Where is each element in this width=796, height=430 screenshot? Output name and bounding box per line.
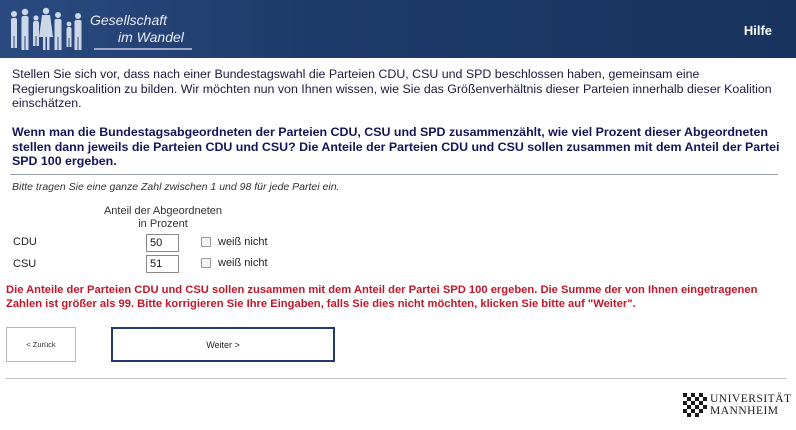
question-text: Wenn man die Bundestagsabgeordneten der …	[12, 125, 780, 169]
university-name-line-1: UNIVERSITÄT	[710, 393, 792, 405]
logo-line-1: Gesellschaft	[90, 12, 168, 28]
error-message: Die Anteile der Parteien CDU und CSU sol…	[6, 284, 758, 311]
university-name: UNIVERSITÄT MANNHEIM	[710, 393, 792, 417]
column-header-line-1: Anteil der Abgeordneten	[103, 205, 223, 217]
column-header-line-2: in Prozent	[138, 218, 188, 230]
logo-underline	[94, 48, 192, 50]
cdu-dont-know-label: weiß nicht	[218, 236, 268, 248]
row-label-csu: CSU	[13, 258, 37, 270]
csu-dont-know-checkbox[interactable]	[201, 258, 211, 268]
footer-divider	[6, 378, 786, 379]
logo-text: Gesellschaft im Wandel	[90, 12, 184, 46]
divider	[10, 174, 778, 175]
csu-percent-input[interactable]	[146, 255, 179, 273]
people-silhouettes-icon	[11, 7, 82, 50]
checkered-crest-icon	[683, 393, 707, 417]
cdu-percent-input[interactable]	[146, 234, 179, 252]
header-bar: Gesellschaft im Wandel Hilfe	[0, 0, 796, 58]
logo-line-2: im Wandel	[118, 29, 184, 45]
back-button[interactable]: < Zurück	[6, 327, 76, 362]
csu-dont-know-label: weiß nicht	[218, 257, 268, 269]
cdu-dont-know-checkbox[interactable]	[201, 237, 211, 247]
column-header: Anteil der Abgeordneten in Prozent	[100, 205, 226, 231]
intro-text: Stellen Sie sich vor, dass nach einer Bu…	[12, 67, 772, 111]
help-link[interactable]: Hilfe	[744, 23, 772, 38]
instruction-text: Bitte tragen Sie eine ganze Zahl zwische…	[12, 181, 340, 193]
row-label-cdu: CDU	[13, 236, 37, 248]
university-name-line-2: MANNHEIM	[710, 405, 779, 417]
university-logo: UNIVERSITÄT MANNHEIM	[680, 388, 792, 424]
next-button[interactable]: Weiter >	[111, 327, 335, 362]
